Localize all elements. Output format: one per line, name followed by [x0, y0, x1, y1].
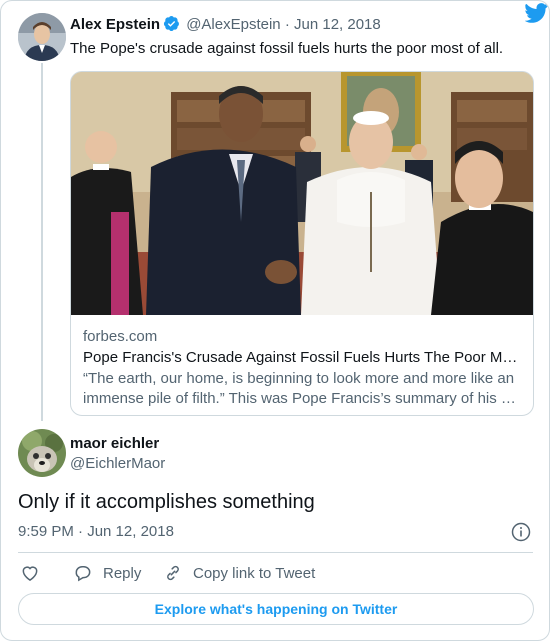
- reply-author-avatar[interactable]: [18, 429, 66, 477]
- avatar-dog-icon: [18, 429, 66, 477]
- avatar-portrait-icon: [18, 13, 66, 61]
- link-icon: [167, 565, 179, 581]
- reply-button[interactable]: Reply: [73, 562, 141, 584]
- author-name[interactable]: Alex Epstein: [70, 16, 160, 33]
- reply-label: Reply: [103, 564, 142, 582]
- copy-link-label: Copy link to Tweet: [193, 564, 316, 582]
- author-avatar[interactable]: [18, 13, 66, 61]
- link-description: “The earth, our home, is beginning to lo…: [83, 370, 516, 407]
- info-icon[interactable]: [511, 522, 531, 542]
- link-preview-card[interactable]: forbes.com Pope Francis's Crusade Agains…: [70, 71, 534, 416]
- embedded-tweet-card: Alex Epstein @AlexEpstein · Jun 12, 2018…: [0, 0, 550, 641]
- reply-author-handle[interactable]: @EichlerMaor: [70, 454, 165, 474]
- divider: [18, 552, 533, 553]
- reply-author-name[interactable]: maor eichler: [70, 434, 159, 454]
- separator-dot: ·: [284, 16, 290, 33]
- tweet-timestamp[interactable]: 9:59 PM · Jun 12, 2018: [18, 522, 174, 542]
- tweet-date-link[interactable]: Jun 12, 2018: [294, 16, 381, 33]
- link-preview-meta: forbes.com Pope Francis's Crusade Agains…: [83, 327, 521, 409]
- thread-connector-line: [41, 63, 43, 421]
- link-preview-image: [71, 72, 533, 315]
- like-button[interactable]: [20, 562, 40, 584]
- verified-badge-icon: [163, 15, 179, 32]
- reply-tweet-text: Only if it accomplishes something: [18, 491, 315, 513]
- author-handle[interactable]: @AlexEpstein: [186, 16, 280, 33]
- link-title[interactable]: Pope Francis's Crusade Against Fossil Fu…: [83, 348, 521, 368]
- parent-tweet-header: Alex Epstein @AlexEpstein · Jun 12, 2018: [70, 15, 381, 35]
- parent-tweet-text: The Pope's crusade against fossil fuels …: [70, 40, 504, 57]
- twitter-bird-icon[interactable]: [525, 3, 549, 23]
- link-domain: forbes.com: [83, 328, 158, 345]
- reply-bubble-icon: [75, 566, 91, 582]
- copy-link-button[interactable]: Copy link to Tweet: [163, 562, 315, 584]
- explore-twitter-button[interactable]: Explore what's happening on Twitter: [18, 593, 534, 625]
- heart-icon: [22, 566, 38, 581]
